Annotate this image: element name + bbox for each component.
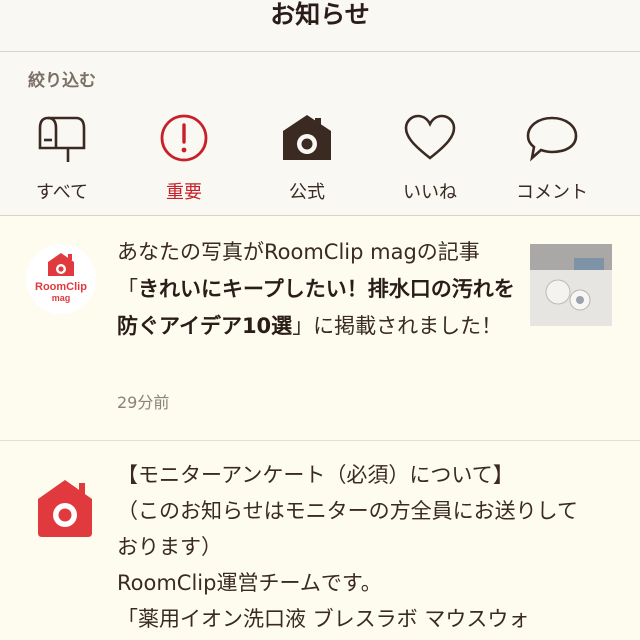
filter-important[interactable]: 重要 [124,110,244,206]
filter-official-label: 公式 [289,182,325,203]
roomclip-house-icon [38,480,92,537]
roomclip-official-avatar [34,477,96,539]
filter-comments-label: コメント [516,182,588,203]
filter-all-label: すべて [35,182,89,203]
filter-comments[interactable]: コメント [492,110,612,206]
notice-message: 【モニターアンケート（必須）について】 （このお知らせはモニターの方全員にお送り… [117,463,578,631]
roomclip-house-icon: RoomClip mag [35,253,87,303]
mailbox-icon [38,116,86,162]
page-title: お知らせ [270,0,370,29]
roomclip-mag-avatar: RoomClip mag [26,244,96,314]
camera-house-icon [283,115,331,160]
header-bar: お知らせ [0,0,640,52]
exclamation-icon [160,114,208,162]
svg-text:RoomClip: RoomClip [35,281,87,293]
notice-list: RoomClip mag あなたの写真がRoomClip magの記事「きれいに… [0,217,640,640]
filter-likes-label: いいね [403,182,457,203]
svg-text:mag: mag [52,293,71,303]
speech-bubble-icon [526,116,578,162]
heart-icon [404,114,456,160]
notice-message: あなたの写真がRoomClip magの記事「きれいにキープしたい！排水口の汚れ… [117,234,517,345]
filter-label: 絞り込む [28,71,96,91]
filter-official[interactable]: 公式 [247,110,367,206]
photo-thumbnail[interactable] [530,244,612,326]
notice-timestamp: 29分前 [117,393,170,412]
filter-important-label: 重要 [166,182,202,203]
filter-all[interactable]: すべて [2,110,122,206]
filter-likes[interactable]: いいね [370,110,490,206]
notice-text-suffix: 」に掲載されました！ [292,314,503,338]
filter-section: 絞り込む すべて 重要 公式 いいね コメント [0,52,640,216]
notice-item[interactable]: 【モニターアンケート（必須）について】 （このお知らせはモニターの方全員にお送り… [0,440,640,640]
notice-item[interactable]: RoomClip mag あなたの写真がRoomClip magの記事「きれいに… [0,217,640,440]
